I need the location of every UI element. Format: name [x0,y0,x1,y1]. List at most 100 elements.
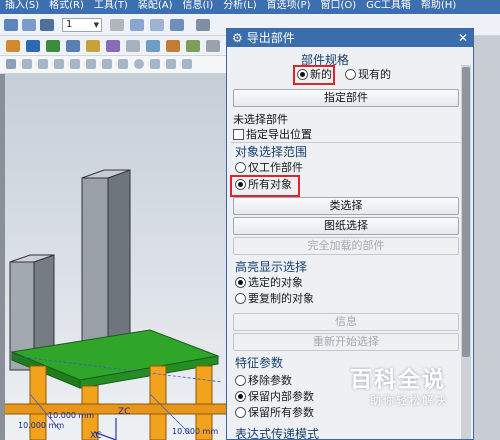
move-icon[interactable] [110,19,124,31]
zc-axis-label: ZC [118,407,130,417]
radio-label: 保留所有参数 [248,406,314,419]
radio-empty-icon [235,407,246,418]
intersection-icon[interactable] [86,59,96,69]
graphics-viewport[interactable]: 10.000 mm 10.000 mm 10.000 mm ZC XC [0,74,228,440]
pattern-icon[interactable] [106,40,120,52]
move-up-icon[interactable] [6,40,20,52]
mirror-icon[interactable] [86,40,100,52]
params-remove-radio[interactable]: 移除参数 [235,375,292,387]
sequence-icon[interactable] [206,40,220,52]
scope-work-part-radio[interactable]: 仅工作部件 [235,162,303,174]
circle-snap-icon[interactable] [134,59,144,69]
menu-item[interactable]: 装配(A) [133,0,178,12]
watermark-title: 百科全说 [350,368,447,393]
dimension-label: 10.000 mm [18,421,64,430]
on-curve-icon[interactable] [118,59,128,69]
quadrant-icon[interactable] [70,59,80,69]
radio-selected-icon [235,277,246,288]
dimension-label: 10.000 mm [48,411,94,420]
menu-item[interactable]: 工具(T) [89,0,133,12]
radio-empty-icon [345,69,356,80]
radio-label: 选定的对象 [248,276,303,289]
info-button[interactable]: 信息 [233,313,459,331]
display-icon[interactable] [170,19,184,31]
assembly-icon[interactable] [46,40,60,52]
menu-item[interactable]: 格式(R) [44,0,89,12]
export-icon[interactable] [166,40,180,52]
specify-part-button[interactable]: 指定部件 [233,89,459,107]
viewport-edge [0,74,5,440]
params-keep-all-radio[interactable]: 保留所有参数 [235,407,314,419]
constraint-icon[interactable] [66,40,80,52]
highlight-box [230,175,300,197]
gear-icon: ⚙ [232,31,243,45]
layer-combo[interactable]: 1 ▼ [62,18,102,32]
drawing-selection-button[interactable]: 图纸选择 [233,217,459,235]
mid-point-icon[interactable] [38,59,48,69]
resource-bar [474,36,500,440]
menu-item[interactable]: 插入(S) [0,0,44,12]
menu-item[interactable]: 窗口(O) [315,0,361,12]
highlight-selected-radio[interactable]: 选定的对象 [235,277,303,289]
params-keep-internal-radio[interactable]: 保留内部参数 [235,391,314,403]
center-point-icon[interactable] [54,59,64,69]
checkbox-icon [233,129,244,140]
tall-tube-front [81,177,109,365]
class-selection-button[interactable]: 类选择 [233,197,459,215]
point-snap-icon[interactable] [6,59,16,69]
highlight-to-copy-radio[interactable]: 要复制的对象 [235,293,314,305]
menu-item[interactable]: 帮助(H) [416,0,461,12]
menu-bar: 插入(S) 格式(R) 工具(T) 装配(A) 信息(I) 分析(L) 首选项(P) 窗口(O… [0,0,500,14]
radio-label: 仅工作部件 [248,161,303,174]
extrude-icon[interactable] [22,19,36,31]
expression-mode-group-label: 表达式传递模式 [235,427,320,440]
face-snap-icon[interactable] [150,59,160,69]
grid-snap-icon[interactable] [166,59,176,69]
radio-selected-icon [235,391,246,402]
watermark-subtitle: 助你轻松解决 [370,394,448,407]
orange-column [149,365,167,440]
fully-loaded-parts-button[interactable]: 完全加载的部件 [233,237,459,255]
scroll-thumb[interactable] [462,67,470,357]
replace-icon[interactable] [126,40,140,52]
close-icon[interactable]: ✕ [458,29,468,47]
revolve-icon[interactable] [40,19,54,31]
wave-icon[interactable] [146,40,160,52]
snap-icon[interactable] [150,19,164,31]
menu-item[interactable]: 首选项(P) [262,0,316,12]
radio-label: 要复制的对象 [248,292,314,305]
restart-selection-button[interactable]: 重新开始选择 [233,333,459,351]
checkbox-label: 指定导出位置 [246,128,312,141]
radio-label: 移除参数 [248,374,292,387]
dialog-title: 导出部件 [246,31,295,45]
existing-point-icon[interactable] [182,59,192,69]
radio-label: 现有的 [358,68,391,81]
end-point-icon[interactable] [22,59,32,69]
radio-empty-icon [235,162,246,173]
tangent-icon[interactable] [102,59,112,69]
radio-label: 保留内部参数 [248,390,314,403]
feature-params-group-label: 特征参数 [235,356,284,370]
radio-empty-icon [235,375,246,386]
menu-item[interactable]: 信息(I) [178,0,219,12]
no-part-selected-text: 未选择部件 [233,113,288,126]
component-icon[interactable] [26,40,40,52]
xc-axis-label: XC [90,431,102,440]
object-scope-group-label: 对象选择范围 [235,145,308,159]
highlight-group-label: 高亮显示选择 [235,260,308,274]
model-canvas: 10.000 mm 10.000 mm 10.000 mm ZC XC [0,169,228,440]
watermark: 百科全说 助你轻松解决 [350,362,470,414]
menu-item[interactable]: GC工具箱 [361,0,416,12]
menu-item[interactable]: 分析(L) [218,0,261,12]
dialog-title-bar[interactable]: ⚙ 导出部件 [227,29,473,47]
part-spec-existing-radio[interactable]: 现有的 [345,69,391,81]
layer-settings-icon[interactable] [130,19,144,31]
specify-export-location-checkbox[interactable]: 指定导出位置 [233,126,312,142]
sketch-icon[interactable] [4,19,18,31]
dimension-label: 10.000 mm [172,427,218,436]
orange-beam [0,403,228,415]
radio-empty-icon [235,293,246,304]
explode-icon[interactable] [186,40,200,52]
filter-icon[interactable] [196,19,210,31]
highlight-box [293,65,335,85]
